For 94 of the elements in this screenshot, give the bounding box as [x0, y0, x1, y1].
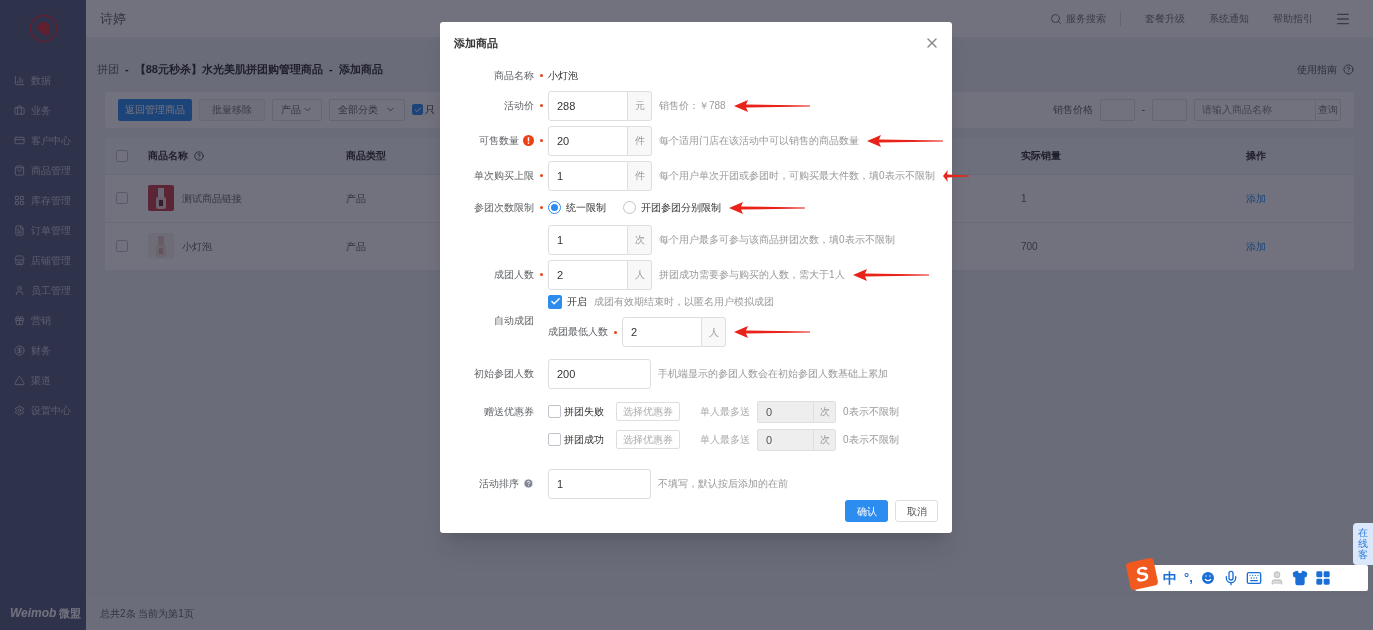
grid-icon: [14, 194, 25, 206]
table-cell: 700: [1021, 240, 1038, 252]
store-icon: [14, 254, 25, 266]
briefcase-icon: [14, 104, 25, 116]
brand-logo: Weimob: [10, 605, 57, 622]
card-icon: [14, 134, 25, 146]
breadcrumb-item: 添加商品: [338, 62, 383, 77]
limit-label: 单人最多送: [700, 405, 750, 419]
add-link[interactable]: 添加: [1246, 192, 1266, 204]
input-field[interactable]: 1: [548, 468, 651, 499]
field-value: 小灯泡: [548, 69, 578, 83]
input-field[interactable]: 20: [548, 125, 628, 156]
breadcrumb-separator: -: [328, 62, 333, 77]
logo-icon: [28, 14, 58, 43]
hint-text: 每个用户最多可参与该商品拼团次数，填0表示不限制: [659, 233, 895, 247]
field-label: 成团最低人数: [548, 325, 608, 339]
person-icon: [14, 284, 25, 296]
column-header: 商品类型: [346, 150, 386, 161]
hint-text: 每个适用门店在该活动中可以销售的商品数量: [659, 134, 859, 148]
add-link[interactable]: 添加: [1246, 240, 1266, 252]
note-text: 成团有效期结束时，以匿名用户模拟成团: [594, 295, 774, 309]
back-button[interactable]: 返回管理商品: [118, 98, 192, 121]
help-icon[interactable]: [523, 478, 534, 489]
checkbox[interactable]: [116, 192, 128, 204]
service-tab[interactable]: 在线客: [1353, 523, 1373, 565]
field-label: 单次购买上限: [474, 169, 534, 183]
hint-text: 不填写，默认按后添加的在前: [658, 477, 788, 491]
help-icon: [194, 150, 204, 161]
check-icon: [413, 105, 422, 114]
field-label: 可售数量: [479, 134, 519, 148]
hint-text: 手机端显示的参团人数会在初始参团人数基础上累加: [658, 367, 888, 381]
settings-icon: [14, 404, 25, 416]
mode-toggle[interactable]: 中: [1163, 567, 1177, 589]
gift-icon: [14, 314, 25, 326]
field-label: 商品名称: [494, 69, 534, 83]
radio-option[interactable]: 开团参团分别限制: [623, 200, 721, 215]
radio-option[interactable]: 统一限制: [548, 200, 606, 215]
column-header: 实际销量: [1021, 150, 1061, 161]
shirt-icon[interactable]: [1291, 570, 1308, 586]
range-separator: -: [1141, 103, 1145, 117]
checkbox[interactable]: [412, 104, 423, 115]
unit-label: 次: [814, 400, 836, 423]
triangle-icon: [14, 374, 25, 386]
grid-icon[interactable]: [1314, 570, 1331, 586]
field-label: 自动成团: [494, 314, 534, 328]
confirm-button[interactable]: 确认: [845, 500, 888, 522]
store-title: 诗婷: [100, 9, 126, 28]
hint-text: 0表示不限制: [843, 405, 899, 419]
hint-text: 拼团成功需要参与购买的人数，需大于1人: [659, 268, 845, 282]
help-icon: [1343, 63, 1354, 75]
field-label: 活动价: [504, 99, 534, 113]
column-header: 操作: [1246, 150, 1266, 161]
checkbox-label[interactable]: 开启: [567, 294, 587, 309]
unit-label: 次: [628, 224, 652, 255]
input-field[interactable]: 2: [548, 259, 628, 290]
checkbox[interactable]: [116, 149, 128, 162]
punctuation-toggle[interactable]: °,: [1184, 568, 1193, 588]
field-label: 参团次数限制: [474, 201, 534, 215]
hint-text: 每个用户单次开团或参团时，可购买最大件数，填0表示不限制: [659, 169, 935, 183]
input-field[interactable]: 1: [548, 160, 628, 191]
field-label: 成团人数: [494, 268, 534, 282]
unit-label: 件: [628, 125, 652, 156]
smiley-icon[interactable]: [1199, 570, 1216, 586]
field-label: 活动排序: [479, 477, 519, 491]
input-field[interactable]: 2: [622, 317, 702, 347]
checkbox[interactable]: [116, 240, 128, 252]
input-field[interactable]: 1: [548, 224, 628, 255]
limit-label: 单人最多送: [700, 433, 750, 447]
bar-chart-icon: [14, 74, 25, 86]
unit-label: 次: [814, 428, 836, 451]
bag-icon: [14, 164, 25, 176]
unit-label: 件: [628, 160, 652, 191]
column-header: 商品名称: [148, 149, 188, 163]
brand-name: 微盟: [59, 606, 82, 621]
document-icon: [14, 224, 25, 236]
unit-label: 元: [628, 90, 652, 121]
coin-icon: [14, 344, 25, 356]
checkbox-label[interactable]: 只: [425, 102, 435, 117]
breadcrumb-separator: -: [125, 62, 129, 77]
input-field[interactable]: 288: [548, 90, 628, 121]
breadcrumb-item[interactable]: 【88元秒杀】水光美肌拼团购管理商品: [134, 61, 323, 78]
unit-label: 人: [702, 317, 726, 347]
check-icon: [549, 296, 561, 307]
checkbox[interactable]: [548, 294, 562, 309]
field-label: 赠送优惠券: [484, 405, 534, 419]
field-label: 初始参团人数: [474, 367, 534, 381]
dialog-title: 添加商品: [454, 36, 498, 51]
hint-text: 销售价：￥788: [659, 99, 726, 113]
keyboard-icon[interactable]: [1245, 570, 1262, 586]
input-field[interactable]: 200: [548, 358, 651, 389]
cancel-button[interactable]: 取消: [895, 500, 938, 522]
search-icon: [1050, 12, 1062, 25]
hint-text: 0表示不限制: [843, 433, 899, 447]
unit-label: 人: [628, 259, 652, 290]
